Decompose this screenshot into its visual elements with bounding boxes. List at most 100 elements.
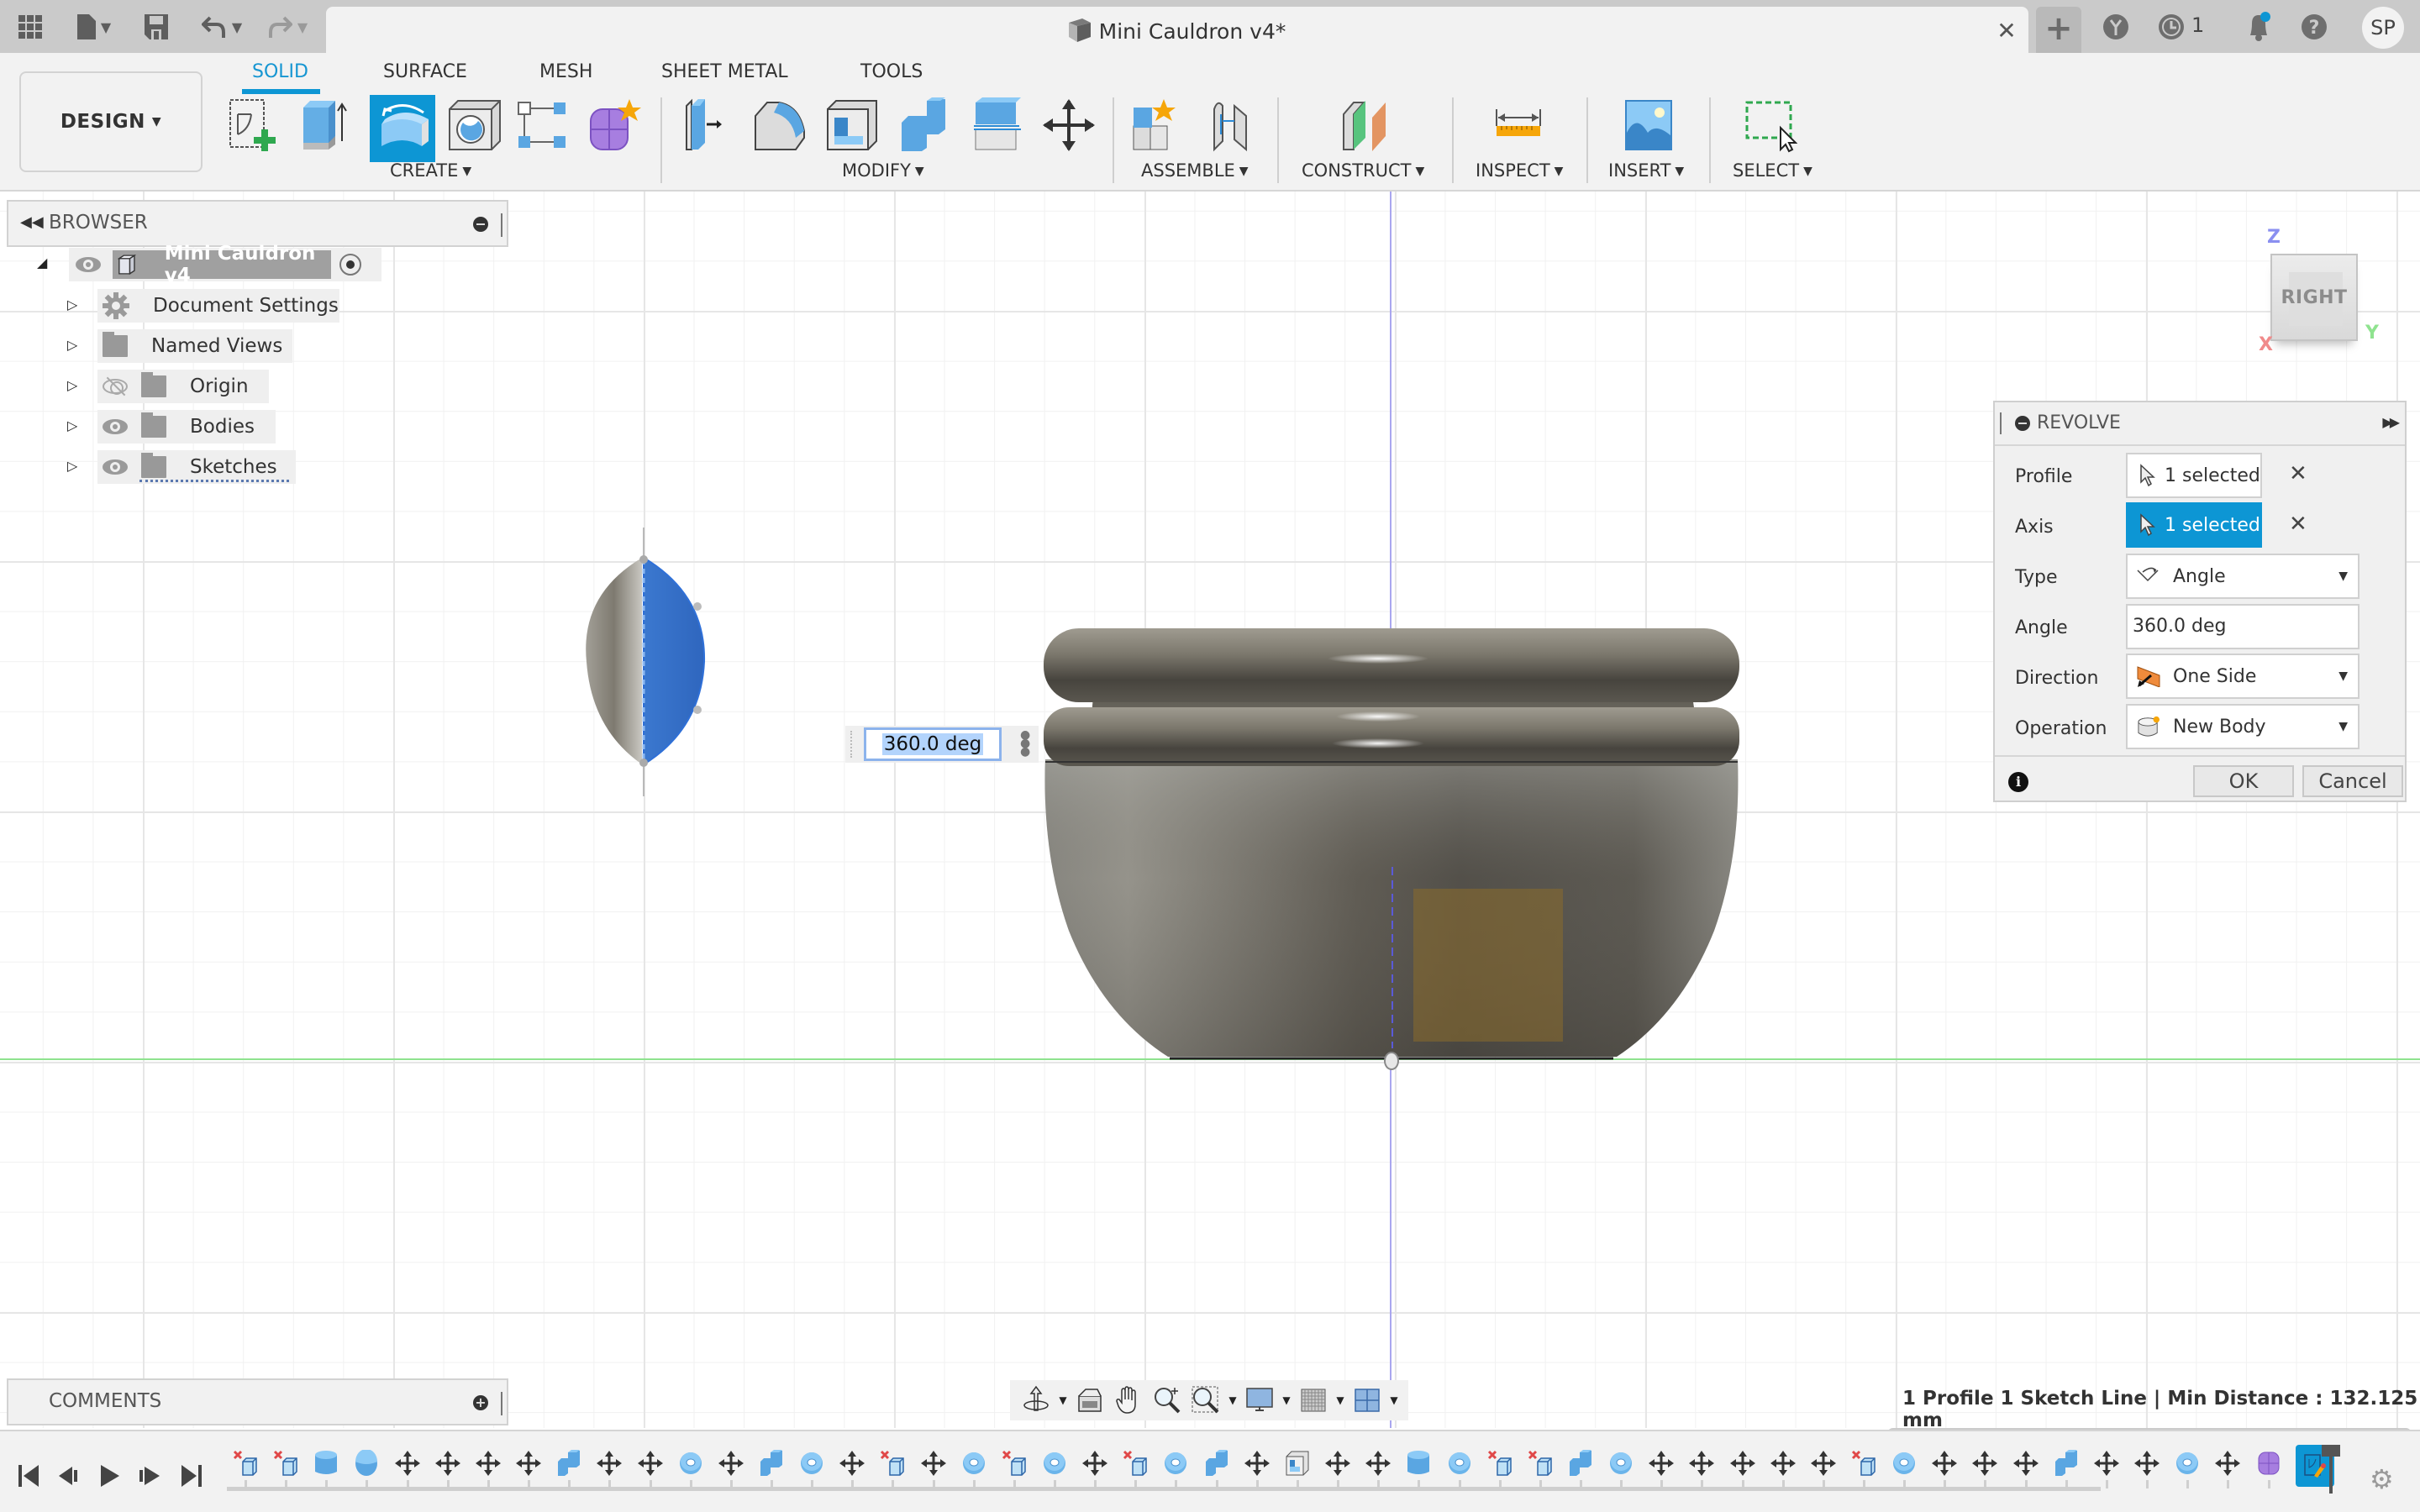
tab-solid[interactable]: SOLID: [242, 61, 320, 95]
assemble-menu[interactable]: ASSEMBLE ▼: [1141, 160, 1249, 181]
viewports-button[interactable]: [1348, 1383, 1386, 1417]
timeline-feature-move[interactable]: [718, 1450, 744, 1477]
go-to-start-button[interactable]: [17, 1463, 40, 1488]
pan-button[interactable]: [1109, 1383, 1148, 1417]
new-tab-button[interactable]: +: [2036, 7, 2081, 53]
timeline-feature-move[interactable]: [637, 1450, 664, 1477]
timeline-feature-torus[interactable]: [1607, 1450, 1634, 1477]
timeline-feature-sketch-deleted[interactable]: [272, 1450, 299, 1477]
timeline-feature-move[interactable]: [394, 1450, 421, 1477]
expand-triangle-icon[interactable]: ▷: [67, 458, 77, 474]
minimize-dialog-icon[interactable]: [2015, 416, 2030, 431]
timeline-feature-move[interactable]: [1931, 1450, 1958, 1477]
job-status-button[interactable]: 1: [2158, 12, 2208, 42]
view-cube[interactable]: RIGHT: [2270, 254, 2358, 341]
timeline-feature-torus[interactable]: [1162, 1450, 1189, 1477]
operation-dropdown[interactable]: New Body ▼: [2126, 704, 2360, 749]
collapse-triangle-icon[interactable]: ◢: [37, 255, 47, 270]
timeline-feature-torus[interactable]: [677, 1450, 704, 1477]
axis-selection-button[interactable]: 1 selected: [2126, 502, 2262, 548]
3d-viewport[interactable]: [0, 192, 2420, 1428]
timeline-feature-sketch-deleted[interactable]: [232, 1450, 259, 1477]
clear-axis-button[interactable]: ✕: [2289, 512, 2307, 537]
timeline-feature-form[interactable]: [2255, 1450, 2282, 1477]
timeline-feature-move[interactable]: [1365, 1450, 1392, 1477]
timeline-feature-torus[interactable]: [1446, 1450, 1473, 1477]
grid-settings-button[interactable]: [1294, 1383, 1333, 1417]
step-back-button[interactable]: [57, 1463, 81, 1488]
visibility-eye-icon[interactable]: [103, 459, 128, 475]
tab-surface[interactable]: SURFACE: [383, 61, 467, 95]
cancel-button[interactable]: Cancel: [2302, 765, 2403, 797]
press-pull-button[interactable]: [677, 95, 738, 155]
expand-triangle-icon[interactable]: ▷: [67, 377, 77, 393]
timeline-feature-torus[interactable]: [960, 1450, 987, 1477]
create-menu[interactable]: CREATE ▼: [390, 160, 471, 181]
browser-root-item[interactable]: Mini Cauldron v4: [69, 243, 381, 286]
new-component-button[interactable]: [1128, 95, 1188, 155]
pattern-button[interactable]: [513, 95, 573, 155]
create-sketch-button[interactable]: [225, 95, 286, 155]
timeline-feature-combine[interactable]: [758, 1450, 785, 1477]
visibility-eye-icon[interactable]: [103, 419, 128, 434]
extensions-button[interactable]: [2102, 12, 2129, 42]
angle-input[interactable]: 360.0 deg: [2126, 604, 2360, 649]
timeline-feature-move[interactable]: [596, 1450, 623, 1477]
browser-item-named-views[interactable]: Named Views: [97, 329, 292, 363]
tab-sheet-metal[interactable]: SHEET METAL: [661, 61, 788, 95]
hidden-eye-icon[interactable]: [103, 379, 128, 395]
help-button[interactable]: ?: [2301, 12, 2328, 42]
expand-triangle-icon[interactable]: ▷: [67, 417, 77, 433]
timeline-feature-move[interactable]: [920, 1450, 947, 1477]
chevron-down-icon[interactable]: ▼: [1055, 1394, 1071, 1406]
timeline-feature-shell[interactable]: [1284, 1450, 1311, 1477]
timeline-feature-sphere[interactable]: [353, 1450, 380, 1477]
app-grid-icon[interactable]: [15, 10, 45, 44]
timeline-feature-move[interactable]: [515, 1450, 542, 1477]
timeline-feature-move[interactable]: [1971, 1450, 1998, 1477]
timeline-feature-cylinder[interactable]: [313, 1450, 339, 1477]
timeline-feature-sketch-deleted[interactable]: [1850, 1450, 1877, 1477]
panel-grip-handle[interactable]: [501, 1392, 503, 1415]
timeline-settings-gear-icon[interactable]: ⚙: [2370, 1463, 2394, 1495]
activate-component-radio[interactable]: [339, 254, 361, 276]
browser-item-bodies[interactable]: Bodies: [97, 410, 276, 444]
timeline-feature-move[interactable]: [1081, 1450, 1108, 1477]
clear-profile-button[interactable]: ✕: [2289, 461, 2307, 486]
timeline-feature-sketch-deleted[interactable]: [1527, 1450, 1554, 1477]
browser-item-sketches[interactable]: Sketches: [97, 450, 296, 484]
orbit-button[interactable]: [1017, 1383, 1055, 1417]
timeline-marker[interactable]: [2322, 1445, 2340, 1494]
timeline-feature-torus[interactable]: [2174, 1450, 2201, 1477]
workspace-switcher[interactable]: DESIGN ▼: [19, 71, 203, 172]
profile-selection-button[interactable]: 1 selected: [2126, 453, 2262, 498]
type-dropdown[interactable]: Angle ▼: [2126, 554, 2360, 599]
more-options-icon[interactable]: ● ● ●: [1020, 729, 1030, 758]
window-select-button[interactable]: [1739, 95, 1800, 155]
hole-button[interactable]: [444, 95, 504, 155]
revolve-dialog-header[interactable]: REVOLVE ▶▶: [1995, 402, 2405, 446]
display-settings-button[interactable]: [1240, 1383, 1279, 1417]
document-tab[interactable]: Mini Cauldron v4* ✕: [326, 7, 2028, 55]
undo-button[interactable]: ▼: [197, 10, 247, 44]
timeline-feature-move[interactable]: [475, 1450, 502, 1477]
timeline-feature-move[interactable]: [1324, 1450, 1351, 1477]
joint-button[interactable]: [1200, 95, 1260, 155]
timeline-feature-combine[interactable]: [2053, 1450, 2080, 1477]
expand-triangle-icon[interactable]: ▷: [67, 337, 77, 353]
offset-plane-button[interactable]: [1336, 95, 1397, 155]
browser-item-origin[interactable]: Origin: [97, 370, 269, 403]
timeline-feature-sketch-deleted[interactable]: [879, 1450, 906, 1477]
timeline-feature-move[interactable]: [1770, 1450, 1797, 1477]
tab-tools[interactable]: TOOLS: [860, 61, 923, 95]
close-tab-button[interactable]: ✕: [1991, 17, 2022, 45]
chevron-down-icon[interactable]: ▼: [1279, 1394, 1294, 1406]
chevron-down-icon[interactable]: ▼: [1333, 1394, 1348, 1406]
revolve-button[interactable]: [370, 95, 435, 162]
timeline-feature-move[interactable]: [1688, 1450, 1715, 1477]
timeline-feature-sketch-deleted[interactable]: [1122, 1450, 1149, 1477]
construct-menu[interactable]: CONSTRUCT ▼: [1302, 160, 1424, 181]
canvas-angle-input[interactable]: 360.0 deg: [864, 727, 1002, 761]
combine-button[interactable]: [894, 95, 955, 155]
direction-dropdown[interactable]: One Side ▼: [2126, 654, 2360, 699]
